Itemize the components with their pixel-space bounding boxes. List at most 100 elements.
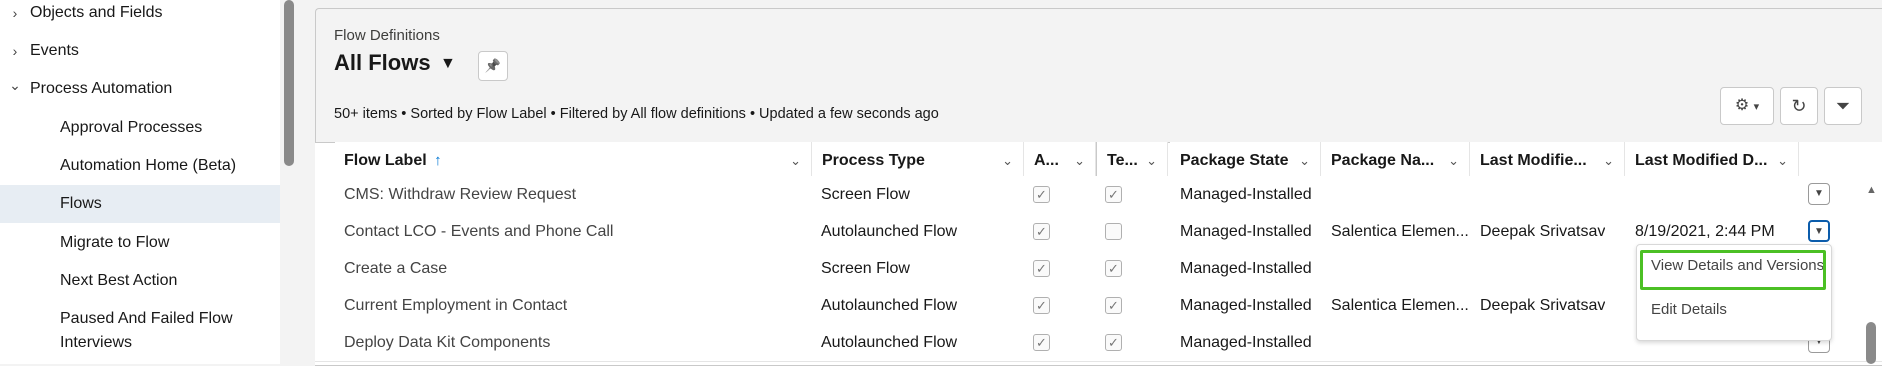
flow-label-link[interactable]: Create a Case xyxy=(344,250,447,287)
active-checkbox: ✓ xyxy=(1033,334,1050,351)
chevron-down-icon[interactable]: ⌄ xyxy=(1002,142,1013,180)
refresh-button[interactable]: ↻ xyxy=(1780,87,1818,125)
setup-sidebar: › Objects and Fields › Events ⌄ Process … xyxy=(0,0,280,364)
flow-label-link[interactable]: Contact LCO - Events and Phone Call xyxy=(344,213,613,250)
pin-icon: 📌 xyxy=(484,58,502,73)
package-state-cell: Managed-Installed xyxy=(1180,297,1312,314)
refresh-icon: ↻ xyxy=(1791,96,1807,116)
template-checkbox: ✓ xyxy=(1105,260,1122,277)
package-state-cell: Managed-Installed xyxy=(1180,260,1312,277)
package-state-cell: Managed-Installed xyxy=(1180,186,1312,203)
chevron-down-icon[interactable]: ⌄ xyxy=(1074,142,1085,180)
column-label: Te... xyxy=(1107,152,1138,169)
filter-button[interactable]: ⏷ xyxy=(1824,87,1862,125)
column-header-package-state[interactable]: Package State ⌄ xyxy=(1170,142,1321,180)
column-label: Last Modifie... xyxy=(1480,152,1587,169)
table-scrollbar[interactable] xyxy=(1866,322,1876,364)
active-checkbox: ✓ xyxy=(1033,297,1050,314)
sidebar-item-label: Objects and Fields xyxy=(30,4,163,21)
sidebar-item-events[interactable]: › Events xyxy=(0,32,280,70)
chevron-down-icon: ▼ xyxy=(1814,188,1824,199)
sidebar-item-label: Automation Home (Beta) xyxy=(60,157,237,174)
chevron-down-icon[interactable]: ⌄ xyxy=(1777,142,1788,180)
last-modified-by-cell: Deepak Srivatsav xyxy=(1480,223,1606,240)
scroll-up-icon[interactable]: ▲ xyxy=(1866,184,1877,196)
column-header-actions xyxy=(1799,142,1882,180)
sidebar-item-label: Flows xyxy=(60,195,102,212)
sidebar-scrollbar[interactable] xyxy=(284,0,294,166)
row-actions-button[interactable]: ▼ xyxy=(1808,183,1830,205)
chevron-down-icon[interactable]: ⌄ xyxy=(1146,142,1157,180)
sidebar-item-label: Next Best Action xyxy=(60,272,178,289)
column-header-last-modified-by[interactable]: Last Modifie... ⌄ xyxy=(1470,142,1625,180)
template-checkbox xyxy=(1105,223,1122,240)
chevron-down-icon[interactable]: ⌄ xyxy=(790,142,801,180)
gear-icon: ⚙ xyxy=(1734,97,1750,114)
table-row[interactable]: CMS: Withdraw Review Request Screen Flow… xyxy=(315,176,1882,214)
sidebar-item-label-line2: Interviews xyxy=(60,334,133,351)
process-type-cell: Autolaunched Flow xyxy=(821,334,958,351)
last-modified-by-cell: Deepak Srivatsav xyxy=(1480,297,1606,314)
sidebar-item-label: Process Automation xyxy=(30,80,173,97)
sidebar-item-objects-and-fields[interactable]: › Objects and Fields xyxy=(0,0,280,32)
column-header-active[interactable]: A... ⌄ xyxy=(1024,142,1096,180)
column-header-process-type[interactable]: Process Type ⌄ xyxy=(812,142,1024,180)
sidebar-item-automation-home[interactable]: Automation Home (Beta) xyxy=(0,147,280,185)
sidebar-item-migrate-to-flow[interactable]: Migrate to Flow xyxy=(0,224,280,262)
list-view-summary: 50+ items • Sorted by Flow Label • Filte… xyxy=(334,106,939,122)
process-type-cell: Autolaunched Flow xyxy=(821,297,958,314)
chevron-down-icon: ▾ xyxy=(1753,101,1760,113)
object-label: Flow Definitions xyxy=(334,27,440,44)
sidebar-item-flows[interactable]: Flows xyxy=(0,185,280,223)
menu-focus-highlight xyxy=(1640,250,1826,290)
column-header-template[interactable]: Te... ⌄ xyxy=(1096,142,1168,180)
flow-label-link[interactable]: Deploy Data Kit Components xyxy=(344,324,550,361)
chevron-down-icon[interactable]: ⌄ xyxy=(1603,142,1614,180)
column-label: Process Type xyxy=(822,152,925,169)
sidebar-item-next-best-action[interactable]: Next Best Action xyxy=(0,262,280,300)
chevron-down-icon: ⌄ xyxy=(9,77,21,93)
menu-item-edit-details[interactable]: Edit Details xyxy=(1651,301,1727,318)
column-label: Last Modified D... xyxy=(1635,152,1768,169)
column-label: Package State xyxy=(1180,152,1289,169)
column-header-package-name[interactable]: Package Na... ⌄ xyxy=(1321,142,1470,180)
process-type-cell: Screen Flow xyxy=(821,186,910,203)
chevron-right-icon: › xyxy=(12,5,18,21)
flow-label-link[interactable]: Current Employment in Contact xyxy=(344,287,567,324)
package-state-cell: Managed-Installed xyxy=(1180,223,1312,240)
chevron-down-icon[interactable]: ⌄ xyxy=(1448,142,1459,180)
sort-ascending-icon: ↑ xyxy=(434,152,442,169)
process-type-cell: Autolaunched Flow xyxy=(821,223,958,240)
package-name-cell: Salentica Elemen... xyxy=(1331,223,1469,240)
list-view-settings-button[interactable]: ⚙ ▾ xyxy=(1720,87,1774,125)
active-checkbox: ✓ xyxy=(1033,223,1050,240)
sidebar-item-label: Migrate to Flow xyxy=(60,234,170,251)
list-view-title: All Flows xyxy=(334,50,431,75)
template-checkbox: ✓ xyxy=(1105,297,1122,314)
package-state-cell: Managed-Installed xyxy=(1180,334,1312,351)
list-view-dropdown-icon[interactable]: ▼ xyxy=(440,55,456,73)
sidebar-item-label: Approval Processes xyxy=(60,119,203,136)
column-header-flow-label[interactable]: Flow Label ↑ ⌄ xyxy=(335,142,812,180)
chevron-right-icon: › xyxy=(12,43,18,59)
process-type-cell: Screen Flow xyxy=(821,260,910,277)
filter-icon: ⏷ xyxy=(1835,96,1851,116)
column-header-last-modified-date[interactable]: Last Modified D... ⌄ xyxy=(1625,142,1799,180)
chevron-down-icon[interactable]: ⌄ xyxy=(1299,142,1310,180)
active-checkbox: ✓ xyxy=(1033,260,1050,277)
template-checkbox: ✓ xyxy=(1105,334,1122,351)
flow-label-link[interactable]: CMS: Withdraw Review Request xyxy=(344,176,576,213)
chevron-down-icon: ▼ xyxy=(1814,226,1824,237)
template-checkbox: ✓ xyxy=(1105,186,1122,203)
column-label: Package Na... xyxy=(1331,152,1435,169)
row-actions-button[interactable]: ▼ xyxy=(1808,220,1830,242)
active-checkbox: ✓ xyxy=(1033,186,1050,203)
pin-list-view-button[interactable]: 📌 xyxy=(478,51,508,81)
column-label: Flow Label xyxy=(344,152,427,169)
sidebar-item-approval-processes[interactable]: Approval Processes xyxy=(0,109,280,147)
package-name-cell: Salentica Elemen... xyxy=(1331,297,1469,314)
sidebar-item-label: Events xyxy=(30,42,79,59)
sidebar-item-paused-failed-flow-interviews[interactable]: Paused And Failed Flow Interviews xyxy=(0,300,280,364)
sidebar-item-process-automation[interactable]: ⌄ Process Automation xyxy=(0,70,280,108)
column-label: A... xyxy=(1034,152,1059,169)
